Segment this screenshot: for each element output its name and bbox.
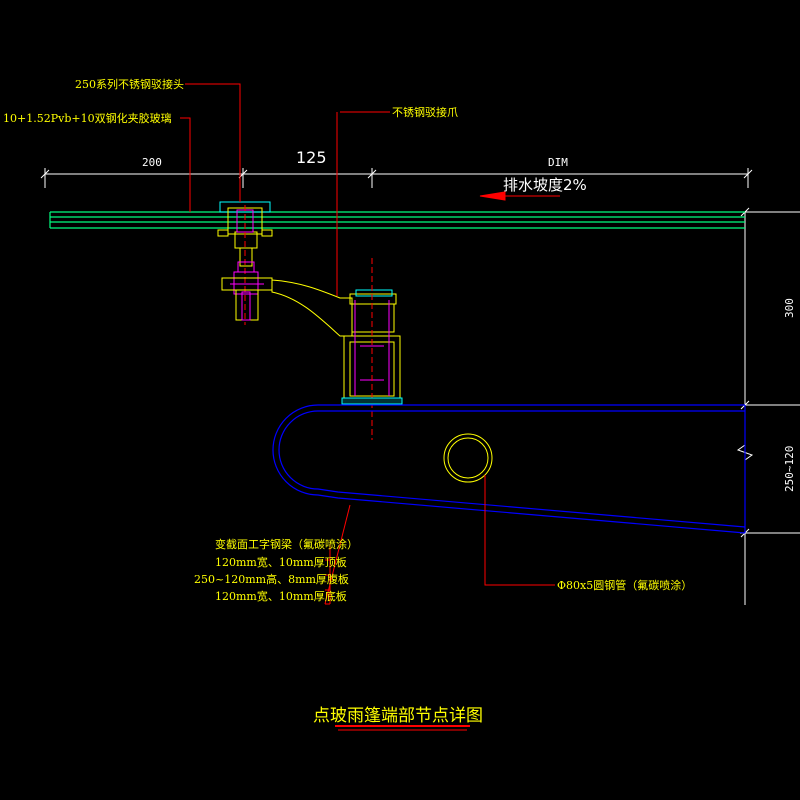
label-pipe: Φ80x5圆钢管（氟碳喷涂） — [557, 578, 692, 592]
label-slope: 排水坡度2% — [503, 176, 587, 194]
detail-drawing: 250系列不锈钢驳接头 10+1.52Pvb+10双钢化夹胶玻璃 不锈钢驳接爪 … — [3, 77, 800, 731]
label-glass: 10+1.52Pvb+10双钢化夹胶玻璃 — [3, 111, 172, 125]
label-claw: 不锈钢驳接爪 — [392, 106, 458, 119]
label-beam-bottom: 120mm宽、10mm厚底板 — [215, 589, 347, 603]
dim-250-120: 250~120 — [783, 446, 796, 492]
spider-joint-head — [217, 201, 273, 325]
bolt-assembly — [221, 247, 273, 321]
label-beam-web: 250~120mm高、8mm厚腹板 — [194, 572, 349, 586]
seat-bracket — [341, 258, 403, 440]
drawing-title: 点玻雨篷端部节点详图 — [313, 706, 483, 726]
dim-dim: DIM — [548, 156, 568, 169]
dimension-lines — [40, 168, 800, 605]
tapered-i-beam — [272, 404, 746, 534]
dim-200: 200 — [142, 156, 162, 169]
claw-arm — [271, 279, 397, 337]
dim-300: 300 — [783, 298, 796, 318]
label-joint-head: 250系列不锈钢驳接头 — [75, 77, 184, 91]
label-beam-top: 120mm宽、10mm厚顶板 — [215, 555, 347, 569]
dim-125: 125 — [296, 148, 327, 167]
label-beam-title: 变截面工字钢梁（氟碳喷涂） — [215, 537, 358, 551]
glass-panel — [49, 211, 745, 229]
round-pipe — [443, 433, 493, 483]
